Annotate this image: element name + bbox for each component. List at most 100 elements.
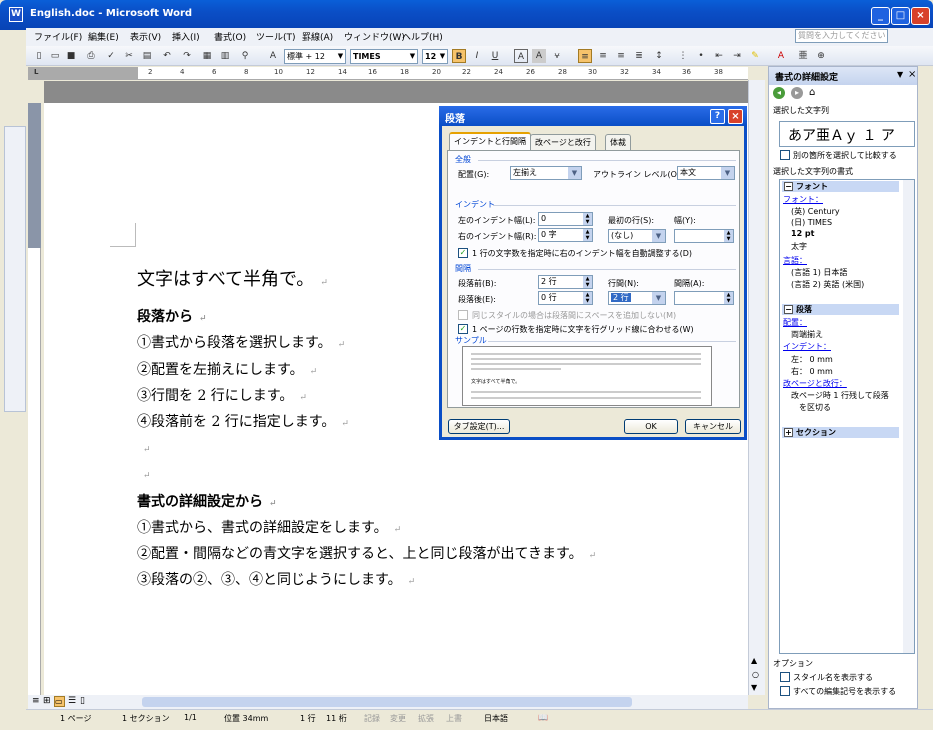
collapse-icon[interactable]: − <box>784 182 793 191</box>
normal-view-icon[interactable]: ≡ <box>32 696 40 706</box>
align-center-icon[interactable]: ≡ <box>596 49 610 63</box>
expand-icon[interactable]: + <box>784 428 793 437</box>
left-indent-spinner[interactable]: 0 ▲ ▼ <box>538 212 593 226</box>
menu-file[interactable]: ファイル(F) <box>34 30 82 43</box>
spin-arrows-icon[interactable]: ▲ ▼ <box>724 230 733 242</box>
numbering-icon[interactable]: ⋮ <box>676 49 690 63</box>
font-combo[interactable]: TIMES ▼ <box>350 49 418 64</box>
align-right-icon[interactable]: ≡ <box>614 49 628 63</box>
tabs-settings-button[interactable]: タブ設定(T)... <box>448 419 510 434</box>
print-icon[interactable]: ⎙ <box>84 49 98 63</box>
maximize-button[interactable]: □ <box>891 7 910 25</box>
status-ovr[interactable]: 上書 <box>446 713 462 724</box>
spellcheck-icon[interactable]: ✓ <box>104 49 118 63</box>
tree-scrollbar[interactable] <box>903 180 914 653</box>
horizontal-scrollbar[interactable]: ≡ ⊞ ▭ ☰ ▯ <box>28 695 748 709</box>
help-search-input[interactable]: 質問を入力してください <box>795 29 888 43</box>
justify-icon[interactable]: ≣ <box>632 49 646 63</box>
spin-arrows-icon[interactable]: ▲ ▼ <box>583 276 592 288</box>
font-color-icon[interactable]: A <box>774 49 788 63</box>
new-icon[interactable]: ▯ <box>32 49 46 63</box>
redo-icon[interactable]: ↷ <box>180 49 194 63</box>
undo-icon[interactable]: ↶ <box>160 49 174 63</box>
menu-table[interactable]: 罫線(A) <box>302 30 333 43</box>
menu-window[interactable]: ウィンドウ(W) <box>344 30 405 43</box>
underline-button[interactable]: U <box>488 49 502 63</box>
help-icon[interactable]: ? <box>710 109 725 124</box>
tab-indent-spacing[interactable]: インデントと行間隔 <box>449 132 531 151</box>
save-icon[interactable]: ■ <box>64 49 78 63</box>
italic-button[interactable]: I <box>470 49 484 63</box>
back-icon[interactable]: ◂ <box>773 87 785 99</box>
print-layout-icon[interactable]: ▭ <box>54 696 65 707</box>
phonetic-icon[interactable]: 亜 <box>796 49 810 63</box>
alignment-select[interactable]: 左揃え ▼ <box>510 166 582 180</box>
no-space-checkbox[interactable] <box>458 310 468 320</box>
first-line-select[interactable]: (なし) ▼ <box>608 229 666 243</box>
decrease-indent-icon[interactable]: ⇤ <box>712 49 726 63</box>
status-trk[interactable]: 変更 <box>390 713 406 724</box>
menu-edit[interactable]: 編集(E) <box>88 30 119 43</box>
font-section-header[interactable]: − フォント <box>782 181 899 192</box>
show-marks-checkbox[interactable] <box>780 686 790 696</box>
spelling-status-icon[interactable]: 📖 <box>538 713 548 722</box>
compare-checkbox[interactable] <box>780 150 790 160</box>
pagebreak-link[interactable]: 改ページと改行： <box>783 378 847 389</box>
align-left-icon[interactable]: ≡ <box>578 49 592 63</box>
word-icon[interactable]: W <box>9 7 23 22</box>
indent-link[interactable]: インデント： <box>783 341 831 352</box>
close-button[interactable]: × <box>911 7 930 25</box>
font-link[interactable]: フォント： <box>783 194 823 205</box>
spin-arrows-icon[interactable]: ▲ ▼ <box>583 292 592 304</box>
cancel-button[interactable]: キャンセル <box>685 419 741 434</box>
before-spinner[interactable]: 2 行 ▲ ▼ <box>538 275 593 289</box>
find-icon[interactable]: ⚲ <box>238 49 252 63</box>
bold-button[interactable]: B <box>452 49 466 63</box>
styles-icon[interactable]: A <box>266 49 280 63</box>
menu-help[interactable]: ヘルプ(H) <box>402 30 443 43</box>
next-page-icon[interactable]: ▼ <box>751 683 757 692</box>
highlight-icon[interactable]: ✎ <box>748 49 762 63</box>
char-shading-icon[interactable]: A <box>532 49 546 63</box>
align-link[interactable]: 配置： <box>783 317 807 328</box>
minimize-button[interactable]: _ <box>871 7 890 25</box>
section-section-header[interactable]: + セクション <box>782 427 899 438</box>
paragraph-section-header[interactable]: − 段落 <box>782 304 899 315</box>
vertical-ruler[interactable] <box>28 103 41 695</box>
horizontal-ruler[interactable]: L 2 4 6 8 10 12 14 16 18 20 22 24 26 28 … <box>28 67 748 80</box>
spin-arrows-icon[interactable]: ▲ ▼ <box>724 292 733 304</box>
spin-arrows-icon[interactable]: ▲ ▼ <box>583 229 592 241</box>
line-spacing-select[interactable]: 2 行 ▼ <box>608 291 666 305</box>
forward-icon[interactable]: ▸ <box>791 87 803 99</box>
show-style-checkbox[interactable] <box>780 672 790 682</box>
open-icon[interactable]: ▭ <box>48 49 62 63</box>
after-spinner[interactable]: 0 行 ▲ ▼ <box>538 291 593 305</box>
char-scale-icon[interactable]: ⩝ <box>550 49 564 63</box>
ok-button[interactable]: OK <box>624 419 678 434</box>
drawing-toolbar[interactable] <box>4 126 26 412</box>
menu-view[interactable]: 表示(V) <box>130 30 161 43</box>
scroll-thumb[interactable] <box>142 697 632 707</box>
font-size-combo[interactable]: 12 ▼ <box>422 49 448 64</box>
vertical-scrollbar[interactable]: ▲ ○ ▼ <box>748 80 765 695</box>
reading-view-icon[interactable]: ▯ <box>80 696 85 706</box>
cut-icon[interactable]: ✂ <box>122 49 136 63</box>
status-ext[interactable]: 拡張 <box>418 713 434 724</box>
grid-checkbox[interactable]: ✓ <box>458 324 468 334</box>
increase-indent-icon[interactable]: ⇥ <box>730 49 744 63</box>
char-border-icon[interactable]: A <box>514 49 528 63</box>
enclose-icon[interactable]: ⊕ <box>814 49 828 63</box>
language-link[interactable]: 言語： <box>783 255 807 266</box>
taskpane-menu-icon[interactable]: ▼ <box>897 70 903 79</box>
collapse-icon[interactable]: − <box>784 305 793 314</box>
tab-line-page-breaks[interactable]: 改ページと改行 <box>530 134 596 150</box>
tab-asian-typography[interactable]: 体裁 <box>605 134 631 150</box>
spin-arrows-icon[interactable]: ▲ ▼ <box>583 213 592 225</box>
taskpane-close-icon[interactable]: × <box>908 69 916 80</box>
right-indent-spinner[interactable]: 0 字 ▲ ▼ <box>538 228 593 242</box>
style-combo[interactable]: 標準 + 12 ▼ <box>284 49 346 64</box>
paste-icon[interactable]: ▤ <box>140 49 154 63</box>
width-spinner[interactable]: ▲ ▼ <box>674 229 734 243</box>
outline-view-icon[interactable]: ☰ <box>68 696 76 706</box>
bullets-icon[interactable]: • <box>694 49 708 63</box>
